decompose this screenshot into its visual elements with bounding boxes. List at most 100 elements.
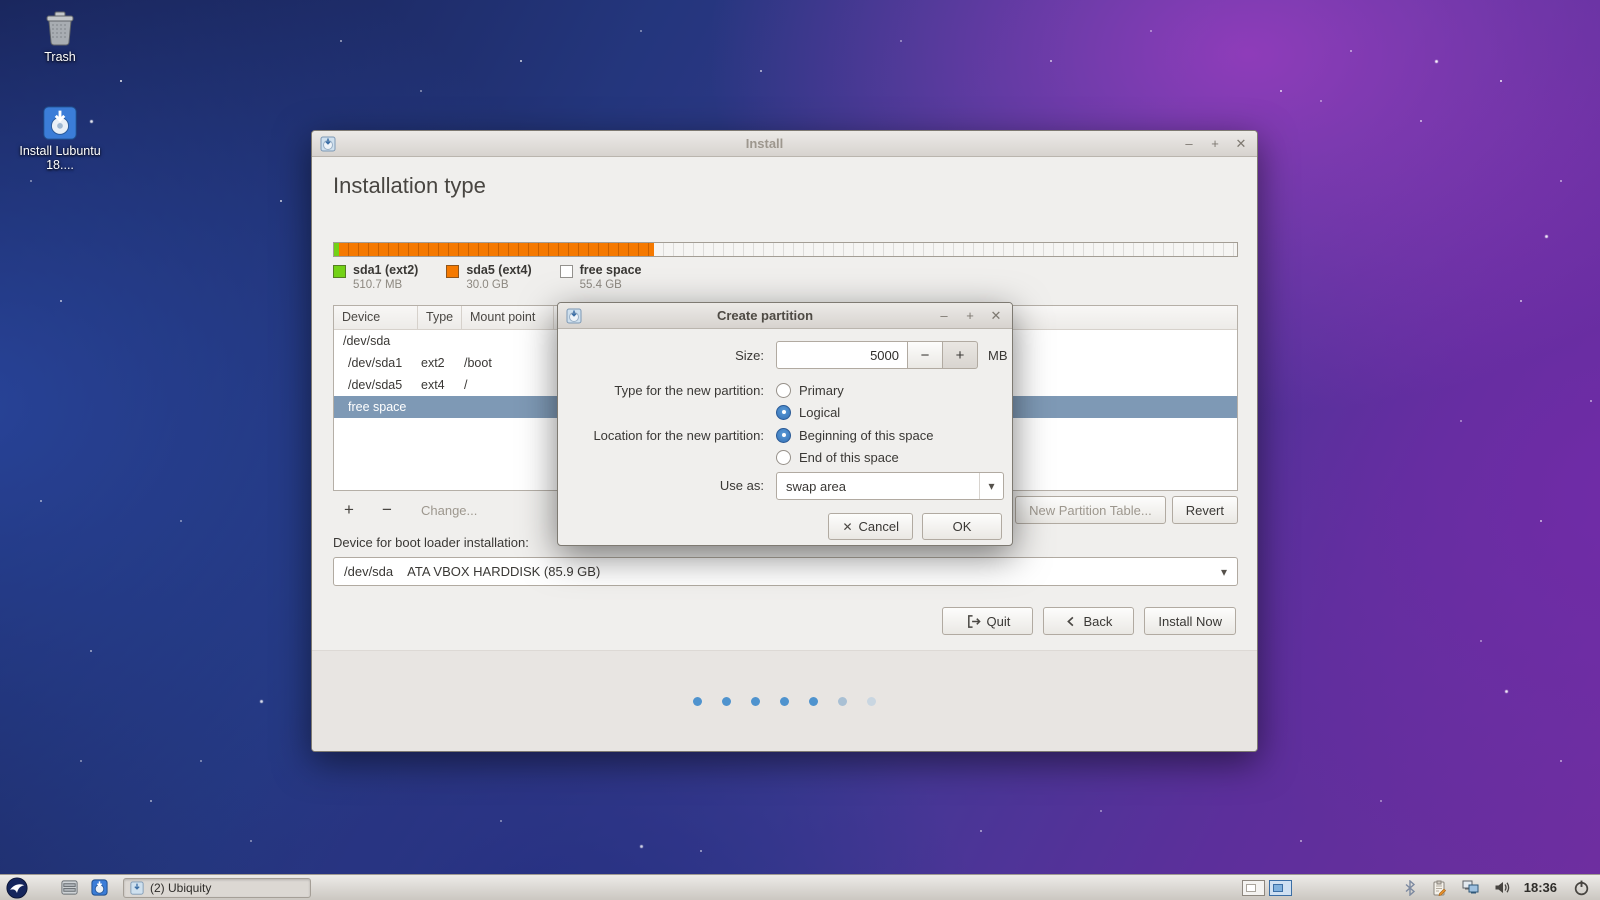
legend-swatch-sda1 [333, 265, 346, 278]
change-partition-button[interactable]: Change... [409, 496, 489, 524]
boot-device-name: /dev/sda [344, 564, 393, 579]
progress-dot [838, 697, 847, 706]
column-header-type[interactable]: Type [418, 306, 462, 329]
minimize-icon[interactable]: – [1181, 136, 1197, 152]
task-label: (2) Ubiquity [150, 881, 211, 895]
progress-dot [809, 697, 818, 706]
taskbar-task-ubiquity[interactable]: (2) Ubiquity [123, 878, 311, 898]
minimize-icon[interactable]: – [936, 308, 952, 324]
installer-window-icon [320, 136, 336, 152]
close-icon[interactable]: ✕ [988, 308, 1004, 324]
radio-beginning[interactable]: Beginning of this space [776, 425, 933, 445]
cell-mount-point: /boot [462, 356, 554, 370]
pager-desktop-1[interactable] [1242, 880, 1265, 896]
quit-icon [966, 614, 981, 629]
network-icon[interactable] [1462, 880, 1479, 895]
cell-type: ext4 [418, 378, 462, 392]
progress-dots [312, 697, 1257, 706]
install-now-button[interactable]: Install Now [1144, 607, 1236, 635]
wizard-footer [312, 650, 1257, 751]
pager-desktop-2[interactable] [1269, 880, 1292, 896]
progress-dot [867, 697, 876, 706]
cell-type: ext2 [418, 356, 462, 370]
new-partition-table-button[interactable]: New Partition Table... [1015, 496, 1166, 524]
size-decrement-button[interactable]: − [907, 341, 943, 369]
radio-logical[interactable]: Logical [776, 402, 840, 422]
legend-size: 30.0 GB [466, 279, 531, 291]
chevron-down-icon: ▾ [1221, 565, 1227, 579]
column-header-device[interactable]: Device [334, 306, 418, 329]
size-increment-button[interactable]: + [942, 341, 978, 369]
cell-device: /dev/sda1 [334, 356, 418, 370]
cell-device: /dev/sda5 [334, 378, 418, 392]
remove-partition-button[interactable]: − [371, 496, 403, 524]
dialog-titlebar[interactable]: Create partition – + ✕ [558, 303, 1012, 329]
clock[interactable]: 18:36 [1524, 880, 1557, 895]
boot-loader-device-select[interactable]: /dev/sda ATA VBOX HARDDISK (85.9 GB) ▾ [333, 557, 1238, 586]
bluetooth-icon[interactable] [1404, 880, 1416, 896]
cancel-label: Cancel [859, 519, 899, 534]
size-label: Size: [558, 348, 764, 363]
partition-segment-sda5 [339, 243, 653, 256]
desktop-icon-label: Trash [44, 50, 76, 64]
revert-button[interactable]: Revert [1172, 496, 1238, 524]
cell-mount-point: / [462, 378, 554, 392]
taskbar: (2) Ubiquity [0, 874, 1600, 900]
radio-selected-icon [776, 428, 791, 443]
radio-label: Primary [799, 383, 844, 398]
maximize-icon[interactable]: + [962, 308, 978, 324]
legend-label: sda5 (ext4) [466, 263, 531, 277]
back-chevron-icon [1065, 615, 1077, 628]
size-unit-label: MB [988, 348, 1008, 363]
install-window-titlebar[interactable]: Install – + ✕ [312, 131, 1257, 157]
chevron-down-icon: ▾ [979, 473, 1003, 499]
radio-end[interactable]: End of this space [776, 447, 899, 467]
ok-button[interactable]: OK [922, 513, 1002, 540]
volume-icon[interactable] [1494, 880, 1510, 895]
cancel-button[interactable]: ✕ Cancel [828, 513, 913, 540]
power-icon[interactable] [1573, 879, 1590, 896]
installer-launcher-icon[interactable] [90, 878, 109, 897]
installer-icon [41, 104, 79, 142]
radio-selected-icon [776, 405, 791, 420]
ok-label: OK [953, 519, 972, 534]
maximize-icon[interactable]: + [1207, 136, 1223, 152]
installer-window-icon [566, 308, 582, 324]
quit-button[interactable]: Quit [942, 607, 1033, 635]
file-manager-icon[interactable] [60, 878, 79, 897]
cancel-x-icon: ✕ [842, 520, 852, 534]
column-header-mount-point[interactable]: Mount point [462, 306, 554, 329]
size-input[interactable] [776, 341, 908, 369]
page-title: Installation type [333, 173, 486, 199]
legend-swatch-free [560, 265, 573, 278]
type-label: Type for the new partition: [558, 383, 764, 398]
use-as-label: Use as: [558, 478, 764, 493]
progress-dot [780, 697, 789, 706]
back-button[interactable]: Back [1043, 607, 1134, 635]
quit-label: Quit [987, 614, 1011, 629]
create-partition-dialog: Create partition – + ✕ Size: − + MB Type… [557, 302, 1013, 546]
progress-dot [751, 697, 760, 706]
dialog-title: Create partition [598, 308, 932, 323]
partition-segment-free [654, 243, 1237, 256]
radio-icon [776, 450, 791, 465]
desktop-background: Trash Install Lubuntu 18.... Install – +… [0, 0, 1600, 900]
clipboard-icon[interactable] [1431, 880, 1447, 896]
cell-device: free space [334, 400, 418, 414]
desktop-pager [1242, 880, 1292, 896]
partition-legend: sda1 (ext2) 510.7 MB sda5 (ext4) 30.0 GB… [333, 263, 641, 291]
desktop-icon-install[interactable]: Install Lubuntu 18.... [18, 104, 102, 172]
close-icon[interactable]: ✕ [1233, 136, 1249, 152]
menu-button[interactable] [6, 877, 28, 899]
back-label: Back [1083, 614, 1112, 629]
partition-bar [333, 242, 1238, 257]
add-partition-button[interactable]: + [333, 496, 365, 524]
legend-swatch-sda5 [446, 265, 459, 278]
radio-primary[interactable]: Primary [776, 380, 844, 400]
trash-icon [40, 8, 80, 48]
radio-label: Logical [799, 405, 840, 420]
use-as-select[interactable]: swap area ▾ [776, 472, 1004, 500]
radio-label: End of this space [799, 450, 899, 465]
use-as-value: swap area [786, 479, 979, 494]
desktop-icon-trash[interactable]: Trash [18, 8, 102, 64]
